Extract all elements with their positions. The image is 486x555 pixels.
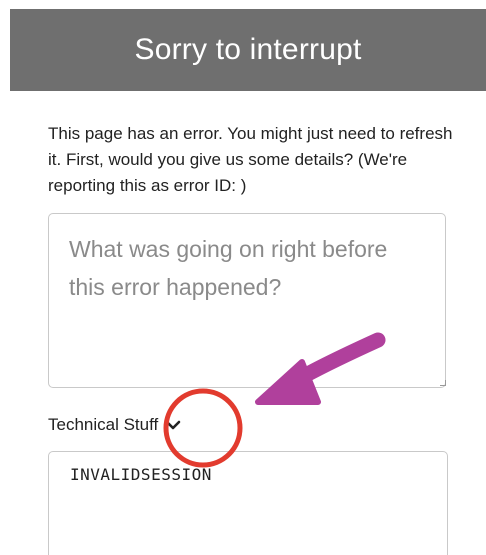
- error-dialog: Sorry to interrupt This page has an erro…: [0, 0, 486, 555]
- technical-details-text: INVALIDSESSION: [70, 465, 212, 484]
- dialog-header: Sorry to interrupt: [10, 9, 486, 91]
- technical-details-box: INVALIDSESSION: [48, 451, 448, 555]
- technical-stuff-label: Technical Stuff: [48, 415, 159, 434]
- dialog-title: Sorry to interrupt: [134, 33, 362, 66]
- technical-stuff-toggle[interactable]: Technical Stuff: [48, 413, 182, 437]
- chevron-down-icon: [165, 420, 181, 430]
- resize-grip-icon[interactable]: [440, 380, 446, 386]
- error-message: This page has an error. You might just n…: [48, 124, 453, 195]
- error-description-input[interactable]: [48, 213, 446, 388]
